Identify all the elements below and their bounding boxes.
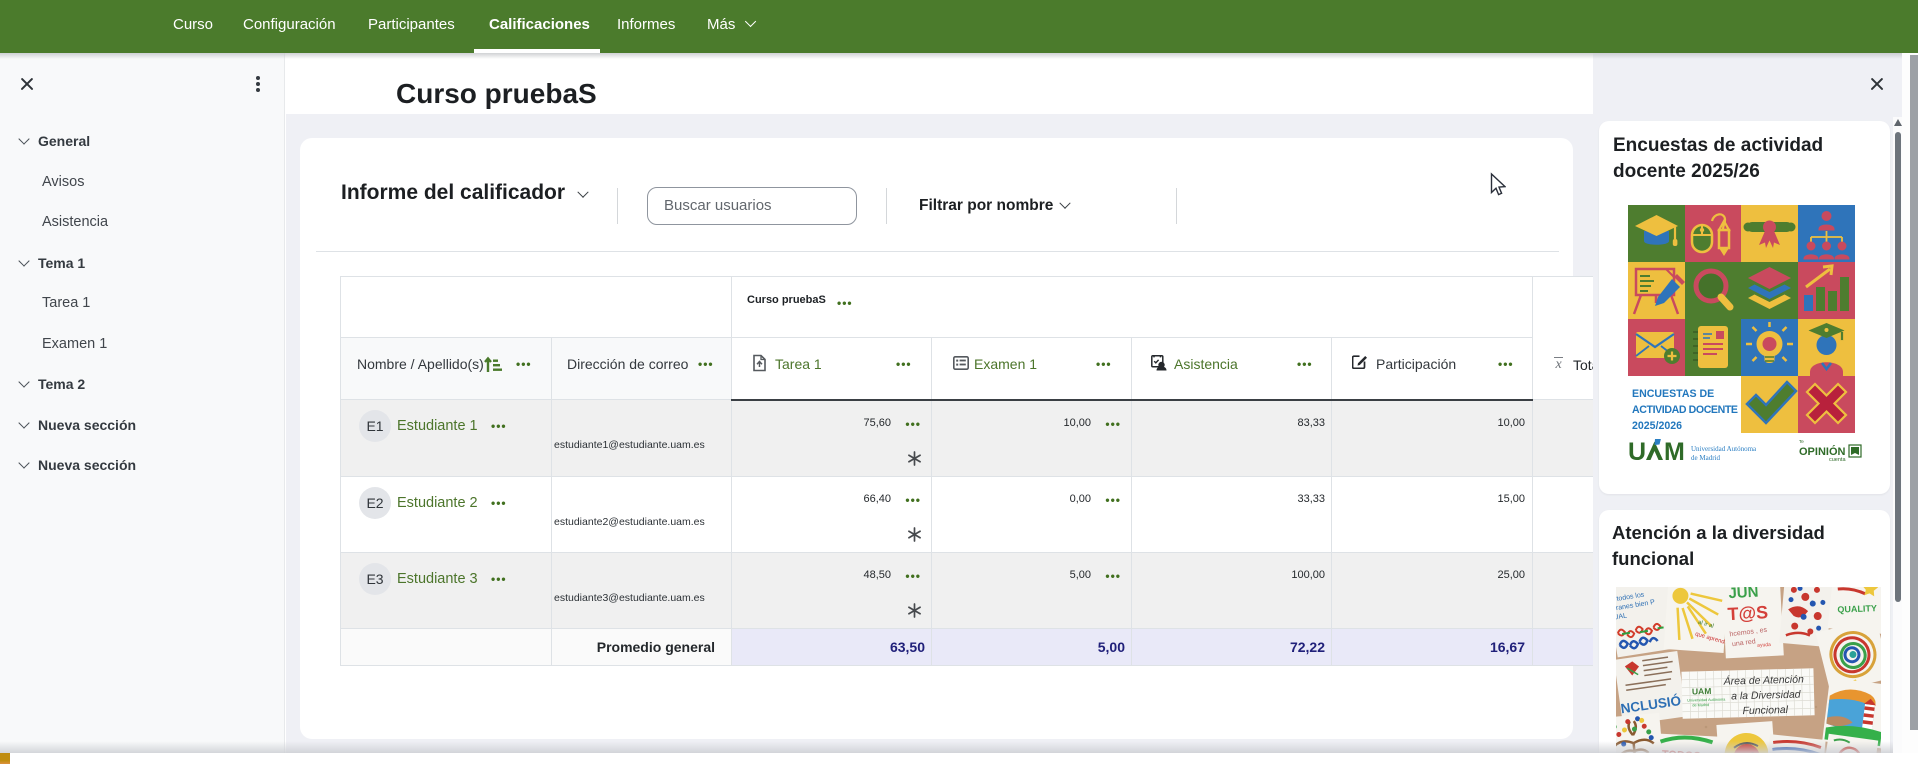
svg-text:Te: Te <box>1799 439 1804 444</box>
svg-text:QUALITY: QUALITY <box>1837 603 1877 614</box>
svg-text:U: U <box>1628 439 1646 465</box>
svg-text:2025/2026: 2025/2026 <box>1632 420 1682 432</box>
svg-text:Área de Atención: Área de Atención <box>1723 673 1805 688</box>
svg-text:Universidad Autónoma: Universidad Autónoma <box>1691 445 1757 453</box>
svg-text:T@S: T@S <box>1727 602 1769 624</box>
svg-text:a la Diversidad: a la Diversidad <box>1731 689 1802 703</box>
svg-text:UAM: UAM <box>1692 686 1712 697</box>
svg-text:ACTIVIDAD DOCENTE: ACTIVIDAD DOCENTE <box>1632 404 1738 416</box>
svg-text:cuenta: cuenta <box>1829 457 1846 463</box>
svg-text:Funcional: Funcional <box>1742 704 1788 717</box>
svg-text:de Madrid: de Madrid <box>1692 703 1709 707</box>
svg-text:M: M <box>1664 439 1685 465</box>
svg-text:ayuda: ayuda <box>1757 642 1771 649</box>
svg-text:JUN: JUN <box>1728 587 1759 602</box>
svg-text:de Madrid: de Madrid <box>1691 454 1720 462</box>
svg-text:ENCUESTAS DE: ENCUESTAS DE <box>1632 388 1714 400</box>
